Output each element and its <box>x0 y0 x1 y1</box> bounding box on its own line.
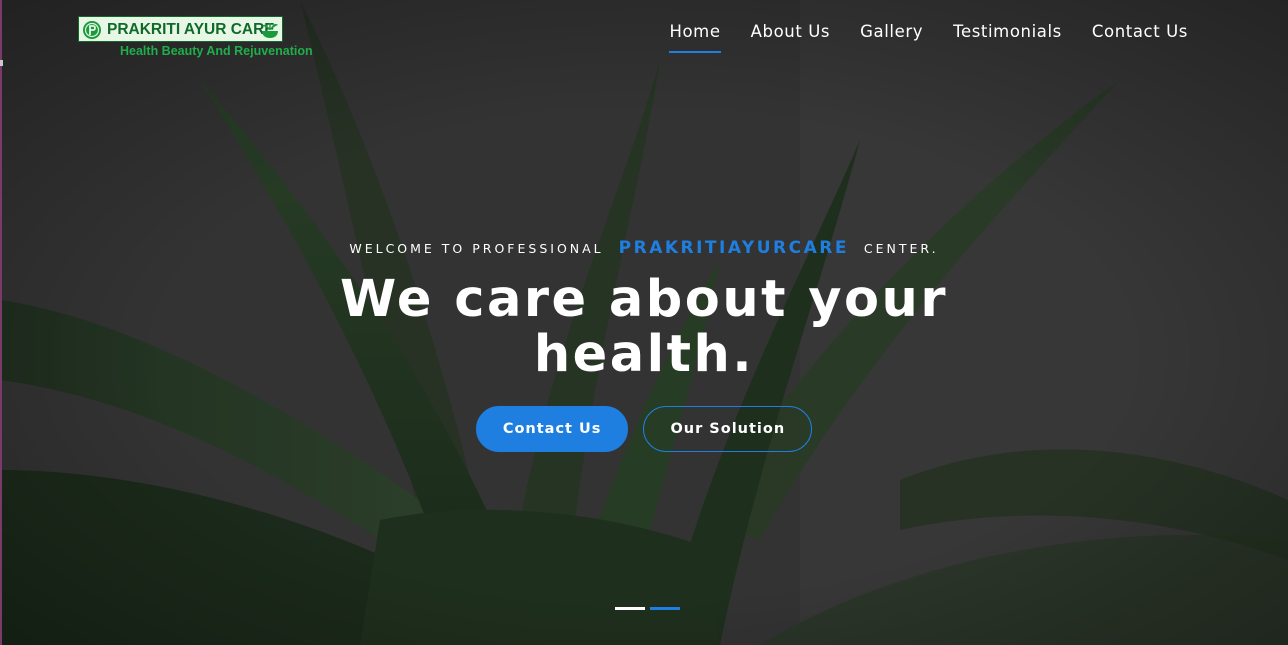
logo-name: PRAKRITI AYUR CARE <box>107 21 275 38</box>
nav-item-gallery[interactable]: Gallery <box>860 22 923 53</box>
logo-tagline: Health Beauty And Rejuvenation <box>120 44 313 58</box>
nav-item-testimonials[interactable]: Testimonials <box>953 22 1062 53</box>
welcome-line: Welcome to professional PRAKRITIAYURCARE… <box>0 238 1288 258</box>
mortar-leaf-icon <box>262 23 278 38</box>
hero-buttons: Contact Us Our Solution <box>0 406 1288 452</box>
nav-item-about-us[interactable]: About Us <box>751 22 831 53</box>
logo-badge: PRAKRITI AYUR CARE <box>78 16 283 42</box>
carousel-indicator-2[interactable] <box>650 607 680 610</box>
welcome-brand: PRAKRITIAYURCARE <box>618 238 849 258</box>
logo-p-emblem-icon <box>83 21 101 39</box>
left-edge-tick <box>0 60 3 66</box>
welcome-suffix: center. <box>863 241 939 256</box>
nav-item-home[interactable]: Home <box>669 22 721 53</box>
welcome-prefix: Welcome to professional <box>349 241 604 256</box>
contact-us-button[interactable]: Contact Us <box>475 406 629 452</box>
site-logo[interactable]: PRAKRITI AYUR CARE Health Beauty And Rej… <box>78 16 318 62</box>
our-solution-button[interactable]: Our Solution <box>643 406 813 452</box>
carousel-indicators <box>615 607 680 610</box>
nav-item-contact-us[interactable]: Contact Us <box>1092 22 1188 53</box>
hero-headline: We care about your health. <box>339 270 949 384</box>
carousel-indicator-1[interactable] <box>615 607 645 610</box>
hero-section: PRAKRITI AYUR CARE Health Beauty And Rej… <box>0 0 1288 645</box>
main-navigation: Home About Us Gallery Testimonials Conta… <box>669 22 1188 53</box>
hero-content: Welcome to professional PRAKRITIAYURCARE… <box>0 238 1288 452</box>
